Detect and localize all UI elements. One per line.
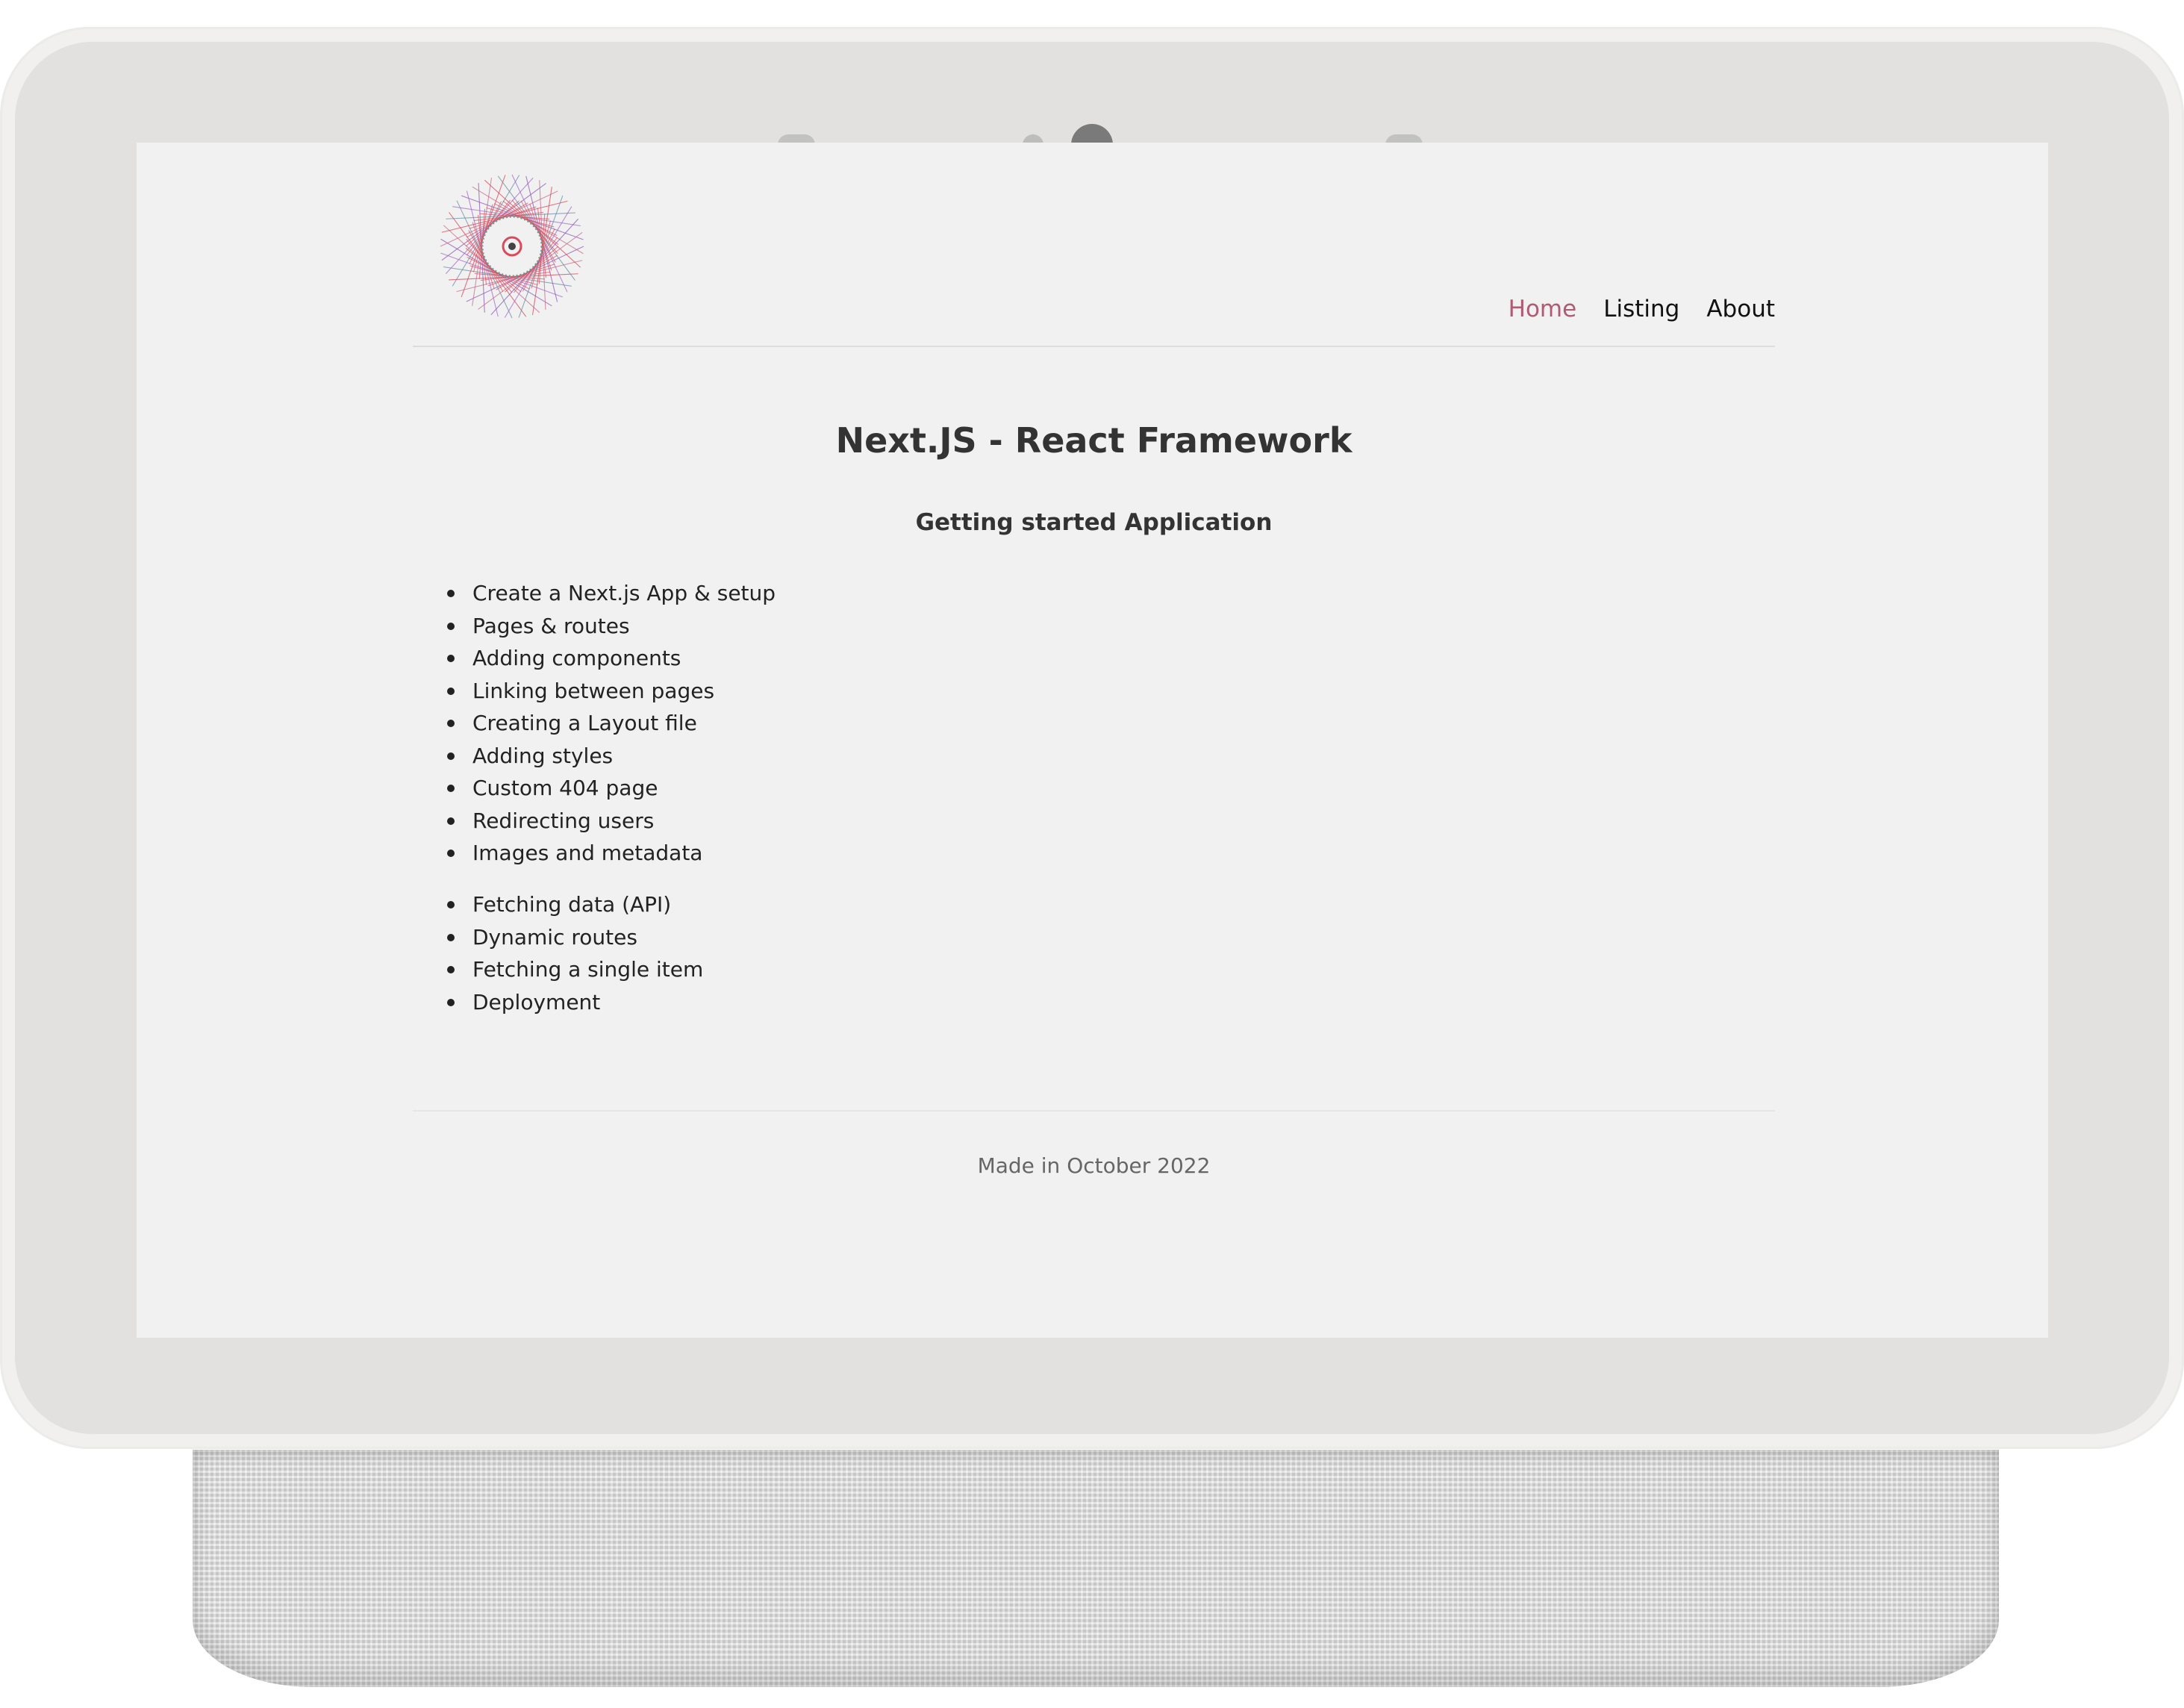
- page-container: Home Listing About Next.JS - React Frame…: [413, 143, 1775, 1338]
- page-subtitle: Getting started Application: [915, 509, 1273, 536]
- topics-list-basics: Create a Next.js App & setup Pages & rou…: [446, 577, 776, 870]
- list-item: Deployment: [446, 986, 703, 1019]
- page-title: Next.JS - React Framework: [835, 420, 1352, 461]
- list-item: Fetching a single item: [446, 953, 703, 986]
- list-item: Adding styles: [446, 740, 776, 773]
- list-item: Linking between pages: [446, 675, 776, 708]
- spirograph-logo-icon[interactable]: [437, 172, 587, 321]
- list-item: Fetching data (API): [446, 888, 703, 921]
- list-item: Redirecting users: [446, 805, 776, 838]
- list-item: Custom 404 page: [446, 772, 776, 805]
- nav-home-link[interactable]: Home: [1508, 295, 1577, 323]
- list-item: Dynamic routes: [446, 921, 703, 954]
- list-item: Adding components: [446, 642, 776, 675]
- main-nav: Home Listing About: [1508, 295, 1775, 323]
- screen: Home Listing About Next.JS - React Frame…: [137, 143, 2048, 1338]
- speaker-base: [193, 1450, 1999, 1687]
- topics-list-advanced: Fetching data (API) Dynamic routes Fetch…: [446, 888, 703, 1019]
- footer-divider: [413, 1110, 1775, 1112]
- list-item: Pages & routes: [446, 610, 776, 643]
- list-item: Images and metadata: [446, 837, 776, 870]
- nav-listing-link[interactable]: Listing: [1603, 295, 1679, 323]
- site-header: Home Listing About: [413, 143, 1775, 347]
- nav-about-link[interactable]: About: [1706, 295, 1775, 323]
- list-item: Create a Next.js App & setup: [446, 577, 776, 610]
- footer-text: Made in October 2022: [977, 1153, 1211, 1178]
- list-item: Creating a Layout file: [446, 707, 776, 740]
